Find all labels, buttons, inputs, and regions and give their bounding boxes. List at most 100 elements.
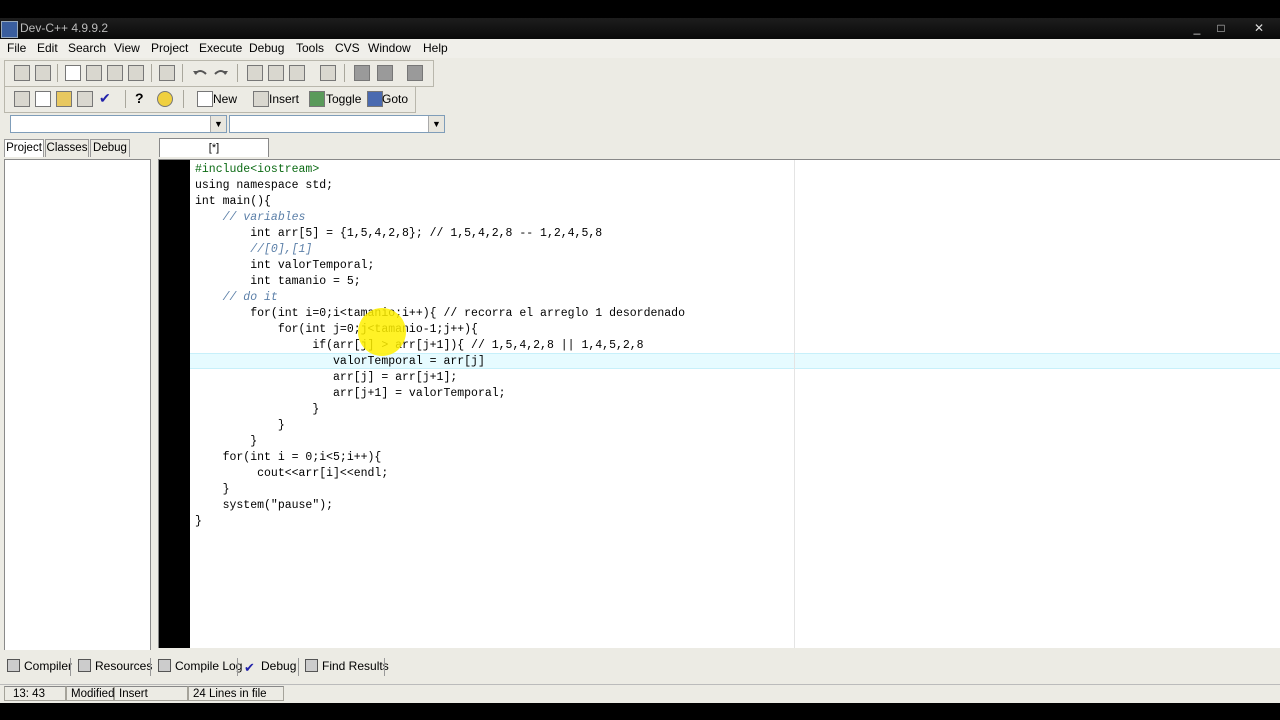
compile-log-icon [158, 659, 171, 672]
menu-file[interactable]: File [7, 41, 26, 55]
insert-button-label[interactable]: Insert [269, 92, 299, 106]
tab-resources[interactable]: Resources [78, 656, 152, 676]
code-line: int arr[5] = {1,5,4,2,8}; // 1,5,4,2,8 -… [195, 227, 603, 240]
about-icon[interactable] [157, 91, 173, 107]
new-button-label[interactable]: New [213, 92, 237, 106]
undo-icon[interactable] [192, 65, 208, 81]
editor-area: [*] metodoBurbuja.cpp #include<iostream>… [155, 138, 1280, 650]
help-icon[interactable]: ? [135, 91, 151, 107]
goto-line-icon[interactable] [320, 65, 336, 81]
title-bar: Dev-C++ 4.9.9.2 _ □ ✕ [0, 18, 1280, 39]
code-line: using namespace std; [195, 179, 334, 192]
compiler-icon [7, 659, 20, 672]
rebuild-icon[interactable] [77, 91, 93, 107]
toolbar-separator [237, 64, 238, 82]
menu-cvs[interactable]: CVS [335, 41, 360, 55]
menu-debug[interactable]: Debug [249, 41, 284, 55]
debug-check-icon: ✔ [244, 660, 255, 675]
code-line: for(int i = 0;i<5;i++){ [195, 451, 382, 464]
tab-separator [70, 658, 71, 676]
code-line: int valorTemporal; [195, 259, 375, 272]
mouse-highlight [358, 308, 406, 356]
code-line: } [195, 419, 285, 432]
insert-icon[interactable] [253, 91, 269, 107]
new-file-icon[interactable] [65, 65, 81, 81]
menu-project[interactable]: Project [151, 41, 188, 55]
close-button[interactable]: ✕ [1242, 19, 1276, 37]
toolbar-separator [151, 64, 152, 82]
status-mode: Insert [114, 686, 188, 701]
status-position: 13: 43 [4, 686, 66, 701]
compile-run-icon[interactable] [56, 91, 72, 107]
tab-find-results[interactable]: Find Results [305, 656, 389, 676]
save-icon[interactable] [86, 65, 102, 81]
file-tab[interactable]: [*] metodoBurbuja.cpp [159, 138, 269, 172]
toolbar-separator [182, 64, 183, 82]
print-icon[interactable] [159, 65, 175, 81]
project-options-icon[interactable] [407, 65, 423, 81]
find-icon[interactable] [247, 65, 263, 81]
compile-icon[interactable] [14, 91, 30, 107]
tab-separator [384, 658, 385, 676]
menu-window[interactable]: Window [368, 41, 411, 55]
replace-icon[interactable] [268, 65, 284, 81]
close-project-icon[interactable] [35, 65, 51, 81]
menu-execute[interactable]: Execute [199, 41, 242, 55]
new-class-icon[interactable] [197, 91, 213, 107]
toolbar-separator [344, 64, 345, 82]
menu-search[interactable]: Search [68, 41, 106, 55]
code-line: for(int j=0;j<tamanio-1;j++){ [195, 323, 478, 336]
maximize-button[interactable]: □ [1210, 19, 1232, 37]
bottom-tabs: Compiler Resources Compile Log ✔ Debug Fi… [0, 650, 1280, 684]
class-combobox[interactable]: ▼ [10, 115, 227, 133]
toggle-bookmark-icon[interactable] [309, 91, 325, 107]
open-project-icon[interactable] [14, 65, 30, 81]
project-tree[interactable] [4, 159, 151, 651]
toolbar-separator [183, 90, 184, 108]
status-modified: Modified [66, 686, 114, 701]
code-line: system("pause"); [195, 499, 334, 512]
run-icon[interactable] [35, 91, 51, 107]
code-line: } [195, 483, 230, 496]
tab-debug-output[interactable]: ✔ Debug [244, 656, 296, 676]
right-margin-line [794, 160, 795, 648]
save-all-icon[interactable] [107, 65, 123, 81]
tab-project[interactable]: Project [4, 139, 44, 157]
tab-compile-log[interactable]: Compile Log [158, 656, 242, 676]
menu-bar: File Edit Search View Project Execute De… [0, 39, 1280, 59]
tab-compiler[interactable]: Compiler [7, 656, 72, 676]
window-title: Dev-C++ 4.9.9.2 [20, 21, 109, 35]
find-next-icon[interactable] [289, 65, 305, 81]
code-line: } [195, 435, 258, 448]
menu-help[interactable]: Help [423, 41, 448, 55]
minimize-button[interactable]: _ [1186, 19, 1208, 37]
chevron-down-icon[interactable]: ▼ [210, 116, 226, 132]
close-file-icon[interactable] [128, 65, 144, 81]
left-panel: Project Classes Debug [0, 138, 155, 651]
menu-edit[interactable]: Edit [37, 41, 58, 55]
code-line: //[0],[1] [195, 243, 313, 256]
goto-bookmark-icon[interactable] [367, 91, 383, 107]
tab-separator [237, 658, 238, 676]
line-gutter [159, 160, 190, 648]
main-toolbar [4, 60, 434, 87]
code-editor[interactable]: #include<iostream> using namespace std; … [158, 159, 1280, 648]
toggle-button-label[interactable]: Toggle [326, 92, 361, 106]
project-remove-icon[interactable] [377, 65, 393, 81]
goto-button-label[interactable]: Goto [382, 92, 408, 106]
status-bar: 13: 43 Modified Insert 24 Lines in file [0, 684, 1280, 703]
menu-tools[interactable]: Tools [296, 41, 324, 55]
code-line: int main(){ [195, 195, 271, 208]
check-icon[interactable]: ✔ [99, 91, 115, 107]
redo-icon[interactable] [213, 65, 229, 81]
toolbar-separator [125, 90, 126, 108]
tab-debug[interactable]: Debug [90, 139, 130, 157]
menu-view[interactable]: View [114, 41, 140, 55]
tab-classes[interactable]: Classes [45, 139, 89, 157]
chevron-down-icon[interactable]: ▼ [428, 116, 444, 132]
resources-icon [78, 659, 91, 672]
code-line: } [195, 403, 320, 416]
member-combobox[interactable]: ▼ [229, 115, 445, 133]
code-line: cout<<arr[i]<<endl; [195, 467, 389, 480]
project-add-icon[interactable] [354, 65, 370, 81]
